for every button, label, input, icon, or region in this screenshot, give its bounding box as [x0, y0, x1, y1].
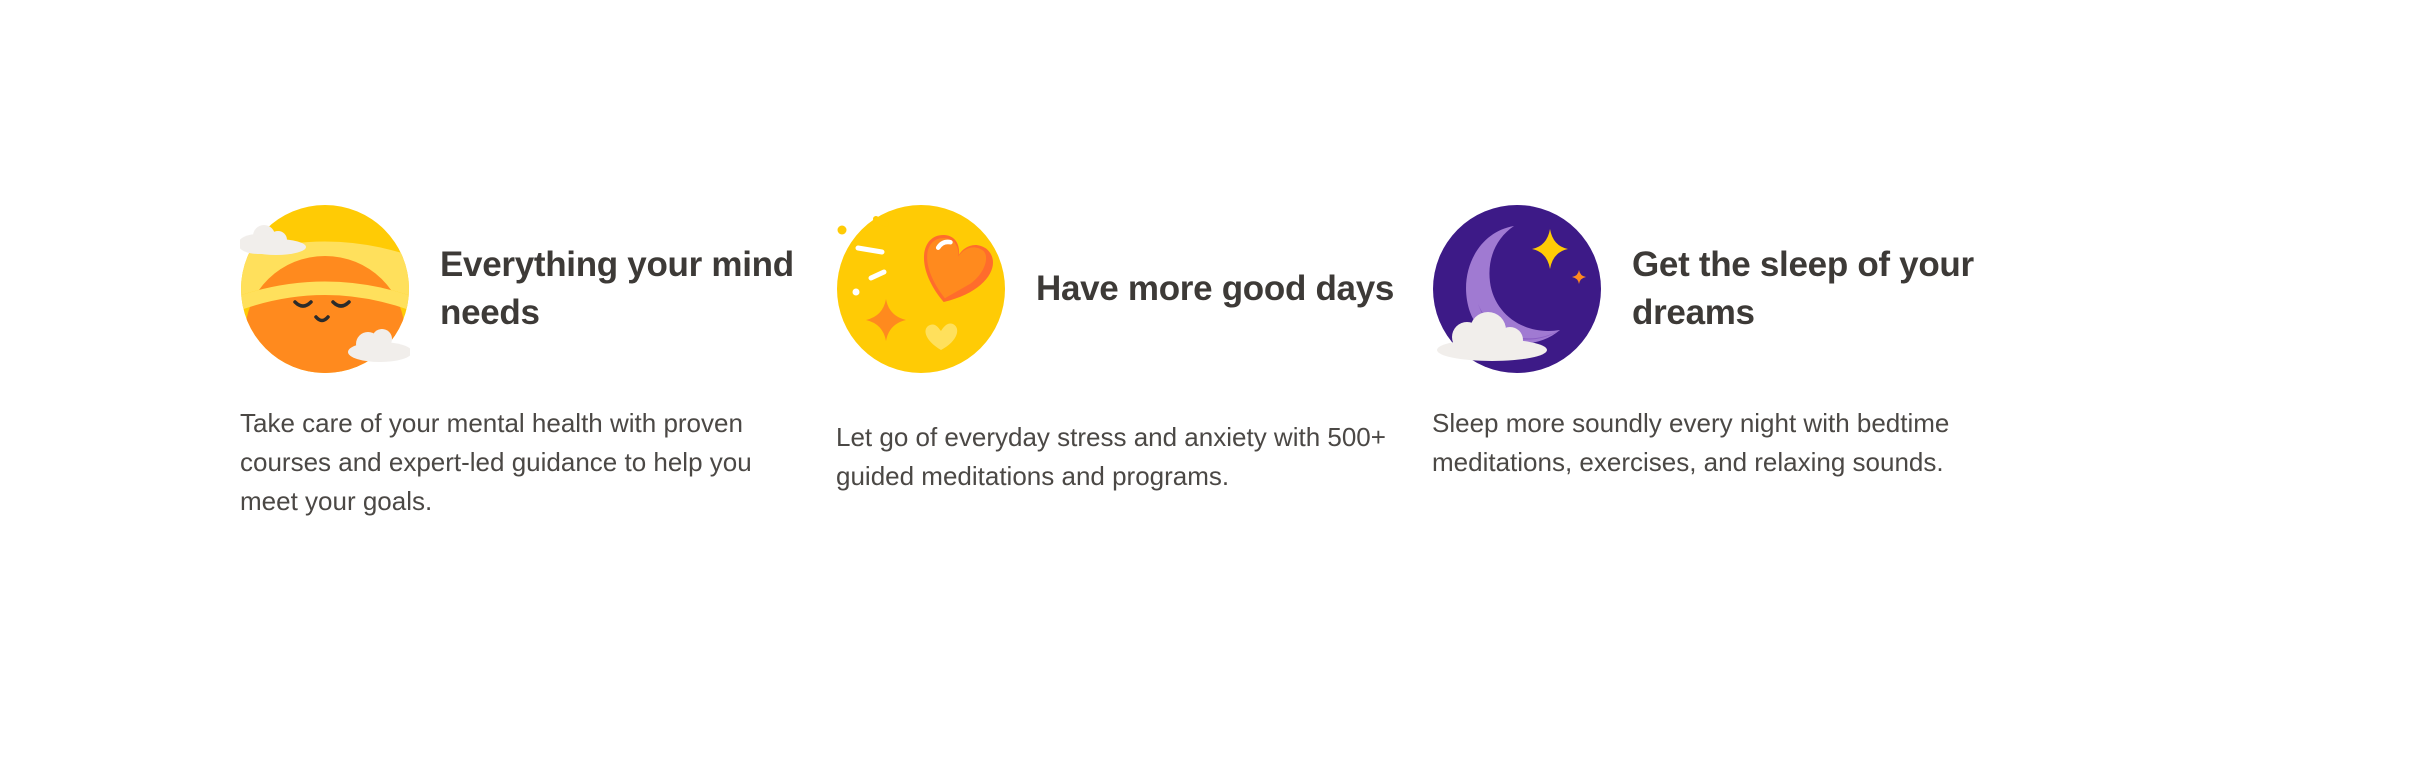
- feature-sleep-title: Get the sleep of your dreams: [1632, 245, 1974, 332]
- moon-stars-icon: [1433, 205, 1601, 373]
- feature-good-days-title: Have more good days: [1036, 269, 1395, 308]
- feature-good-days: Have more good days Let go of everyday s…: [836, 204, 1432, 521]
- feature-sleep-header: Get the sleep of your dreams: [1432, 204, 2028, 374]
- sleeping-sun-icon: [240, 205, 410, 373]
- feature-sleep-description: Sleep more soundly every night with bedt…: [1432, 408, 1950, 477]
- feature-mind-description: Take care of your mental health with pro…: [240, 408, 752, 516]
- feature-mind-header: Everything your mind needs: [240, 204, 836, 374]
- features-row: Everything your mind needs Take care of …: [240, 204, 2028, 521]
- feature-good-days-description: Let go of everyday stress and anxiety wi…: [836, 422, 1386, 491]
- feature-mind-title: Everything your mind needs: [440, 245, 794, 332]
- heart-sparkle-icon: [837, 205, 1005, 373]
- feature-sleep: Get the sleep of your dreams Sleep more …: [1432, 204, 2028, 521]
- feature-mind: Everything your mind needs Take care of …: [240, 204, 836, 521]
- feature-good-days-header: Have more good days: [836, 204, 1432, 374]
